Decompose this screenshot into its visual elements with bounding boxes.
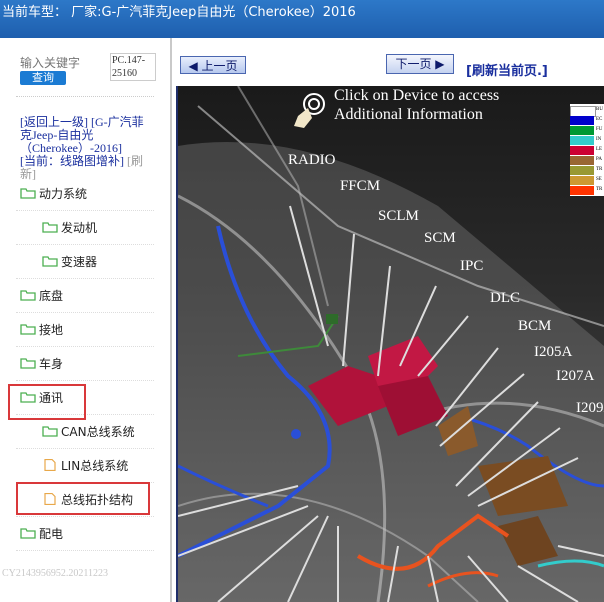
tree-item-label: LIN总线系统: [61, 458, 129, 473]
tree-divider: [16, 516, 154, 517]
tree-item[interactable]: 配电: [20, 522, 63, 544]
sidebar: 查询 PC.147-25160 [返回上一级] [G-广汽菲克Jeep-自由光（…: [0, 38, 172, 602]
module-label[interactable]: DLC: [490, 290, 520, 307]
module-label[interactable]: FFCM: [340, 178, 380, 195]
search-input[interactable]: [18, 54, 106, 72]
tree-item[interactable]: 发动机: [42, 216, 97, 238]
tree-item-label: 变速器: [61, 254, 98, 269]
highlight-box-topology: [16, 482, 150, 515]
next-page-button[interactable]: 下一页 ▶: [386, 54, 454, 74]
legend-swatch: [570, 166, 594, 175]
tree-item[interactable]: 车身: [20, 352, 63, 374]
legend-text: IN: [596, 137, 602, 142]
bus-topology-diagram[interactable]: Click on Device to access Additional Inf…: [178, 86, 604, 602]
tree-item[interactable]: CAN总线系统: [42, 420, 135, 442]
highlight-box-comm: [8, 384, 86, 420]
tree-divider: [16, 550, 154, 551]
tree-item-label: 接地: [39, 322, 64, 337]
legend-text: PA: [596, 157, 602, 162]
tree-item[interactable]: 变速器: [42, 250, 97, 272]
file-icon: [42, 459, 58, 471]
legend-text: FU: [596, 127, 603, 132]
tree-divider: [16, 210, 154, 211]
legend-swatch: [570, 116, 594, 125]
module-label[interactable]: I209A: [576, 400, 604, 417]
search-button[interactable]: 查询: [20, 71, 66, 85]
tree-item[interactable]: 接地: [20, 318, 63, 340]
prev-page-button[interactable]: ◀ 上一页: [180, 56, 246, 74]
watermark: CY2143956952.20211223: [2, 568, 109, 579]
page-toolbar: ◀ 上一页 下一页 ▶ [刷新当前页.]: [176, 40, 604, 86]
legend-text: SE: [596, 177, 602, 182]
legend-swatch: [570, 126, 594, 135]
folder-icon: [20, 289, 36, 301]
vehicle-title: 当前车型： 厂家:G-广汽菲克Jeep自由光（Cherokee）2016: [2, 5, 356, 20]
tree-item-label: 动力系统: [39, 186, 88, 201]
tree-item-label: 配电: [39, 526, 64, 541]
tree-divider: [16, 312, 154, 313]
back-link[interactable]: [返回上一级]: [20, 115, 88, 129]
tree-divider: [16, 346, 154, 347]
tree-item-label: CAN总线系统: [61, 424, 135, 439]
legend-text: LE: [596, 147, 603, 152]
folder-icon: [42, 425, 58, 437]
instruction-text: Click on Device to access Additional Inf…: [334, 87, 500, 123]
document-code: PC.147-25160: [110, 53, 156, 81]
module-label[interactable]: IPC: [460, 258, 483, 275]
module-label[interactable]: I205A: [534, 344, 572, 361]
tree-item-label: 底盘: [39, 288, 64, 303]
folder-icon: [42, 221, 58, 233]
tree-item[interactable]: 动力系统: [20, 182, 87, 204]
tree-divider: [16, 448, 154, 449]
pointer-hand-icon: [294, 93, 325, 128]
divider: [16, 96, 154, 97]
legend-swatch: [570, 186, 594, 195]
wire-legend: BU EC FU IN LE PA TR SE TR: [570, 104, 604, 196]
current-location: [当前：线路图增补]: [20, 154, 124, 168]
breadcrumb: [返回上一级] [G-广汽菲克Jeep-自由光（Cherokee）-2016] …: [20, 116, 154, 181]
folder-icon: [20, 323, 36, 335]
module-label[interactable]: RADIO: [288, 152, 336, 169]
module-label[interactable]: I207A: [556, 368, 594, 385]
folder-icon: [20, 527, 36, 539]
folder-icon: [42, 255, 58, 267]
tree-divider: [16, 278, 154, 279]
tree-divider: [16, 244, 154, 245]
legend-text: BU: [596, 107, 603, 112]
module-label[interactable]: SCLM: [378, 208, 419, 225]
legend-swatch: [570, 156, 594, 165]
folder-icon: [20, 357, 36, 369]
folder-icon: [20, 187, 36, 199]
title-bar: 当前车型： 厂家:G-广汽菲克Jeep自由光（Cherokee）2016: [0, 0, 604, 38]
tree-item[interactable]: LIN总线系统: [42, 454, 128, 476]
module-label[interactable]: BCM: [518, 318, 551, 335]
legend-swatch: [570, 146, 594, 155]
refresh-page-link[interactable]: [刷新当前页.]: [466, 60, 548, 79]
module-label[interactable]: SCM: [424, 230, 456, 247]
tree-item-label: 车身: [39, 356, 64, 371]
legend-swatch: [570, 136, 594, 145]
legend-text: TR: [596, 167, 603, 172]
tree-item[interactable]: 底盘: [20, 284, 63, 306]
tree-item-label: 发动机: [61, 220, 98, 235]
tree-divider: [16, 380, 154, 381]
legend-text: EC: [596, 117, 603, 122]
legend-text: TR: [596, 187, 603, 192]
content-panel: ◀ 上一页 下一页 ▶ [刷新当前页.] Click on Device to …: [176, 40, 604, 602]
legend-swatch: [570, 176, 594, 185]
